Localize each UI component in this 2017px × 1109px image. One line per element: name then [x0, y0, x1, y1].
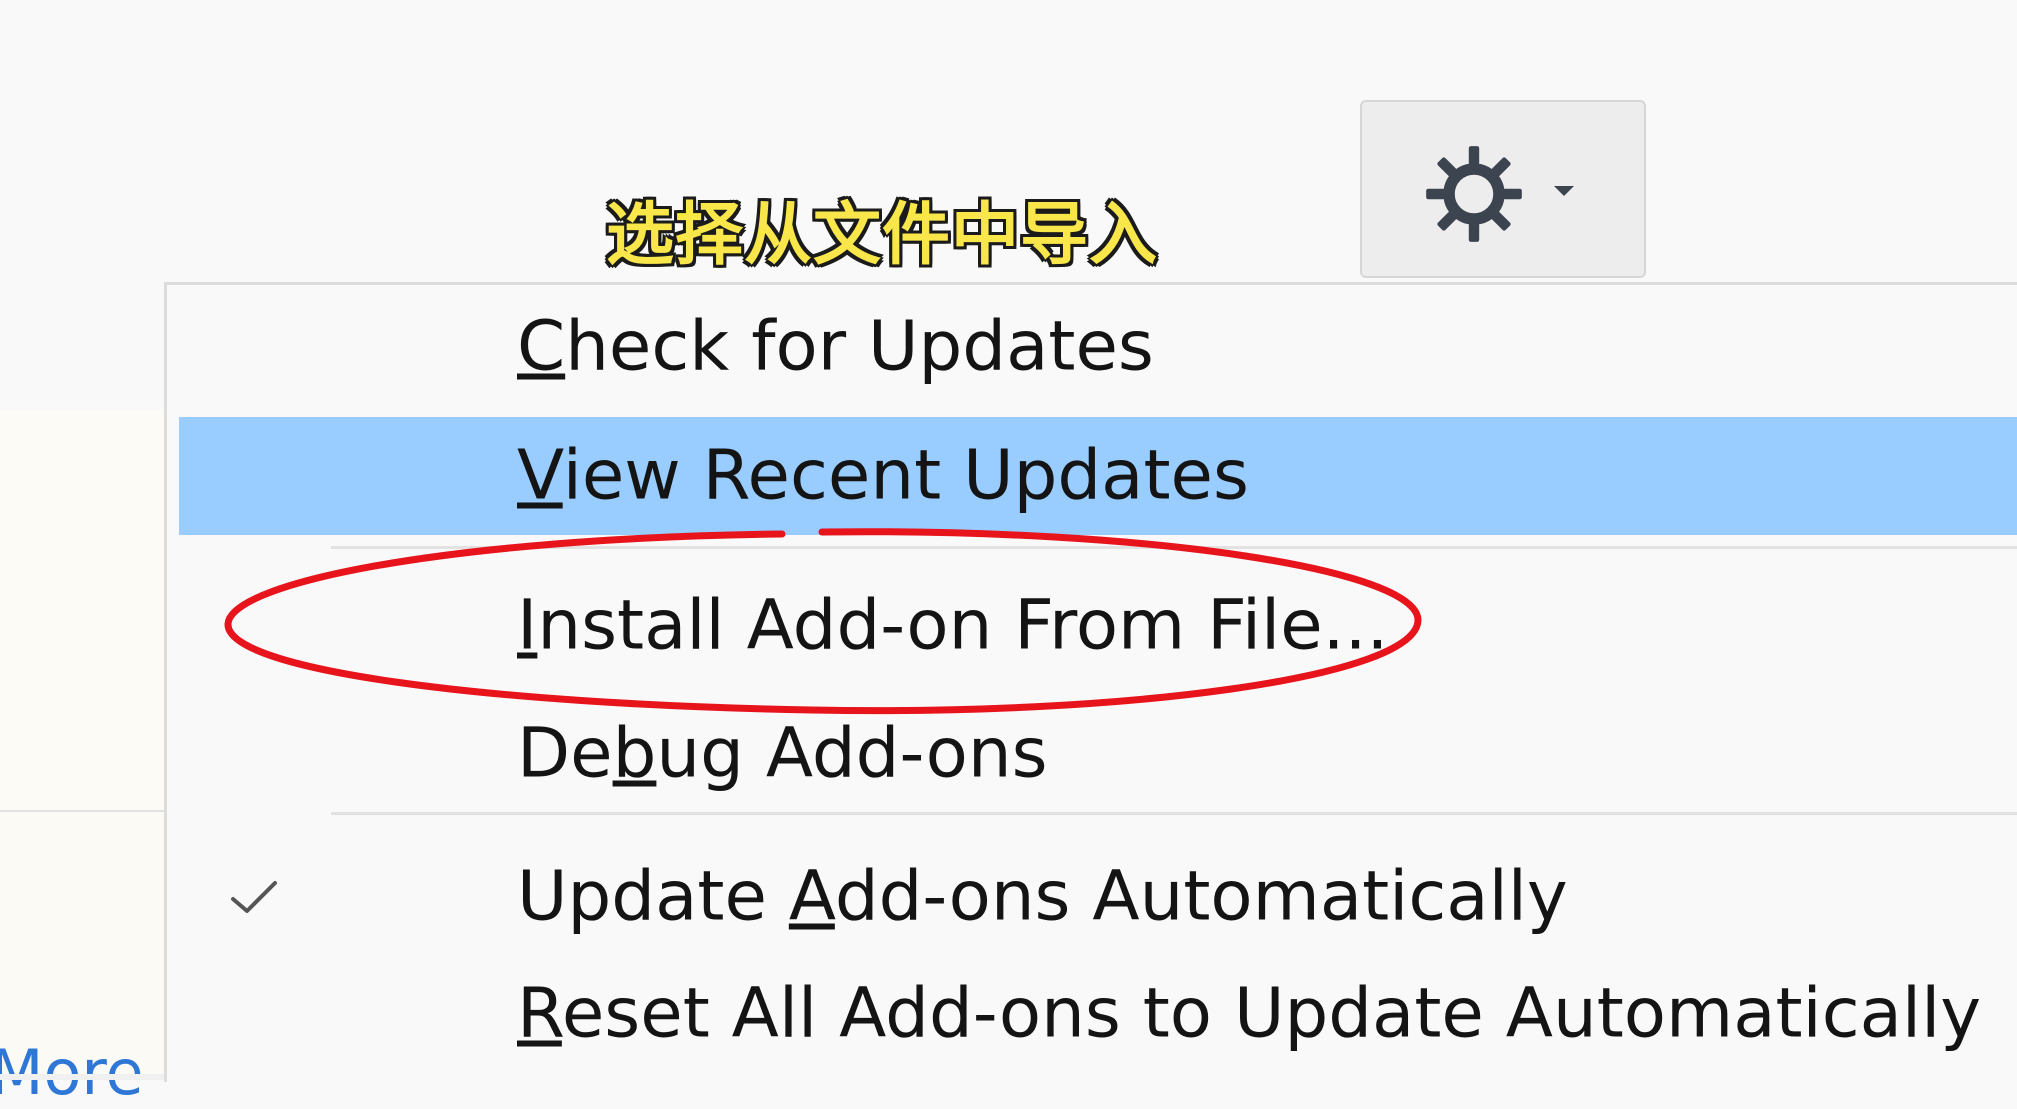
menu-item-reset-all-add-ons[interactable]: Reset All Add-ons to Update Automaticall…: [179, 955, 2017, 1073]
tools-gear-button[interactable]: [1360, 100, 1646, 278]
menu-item-label: Install Add-on From File...: [517, 585, 1389, 666]
menu-item-label: View Recent Updates: [517, 435, 1249, 516]
menu-item-label: Check for Updates: [517, 306, 1154, 387]
caret-down-icon: [1554, 186, 1574, 196]
caption-overlay: 选择从文件中导入: [606, 196, 1159, 275]
menu-item-debug-add-ons[interactable]: Debug Add-ons: [179, 695, 2017, 813]
menu-item-check-for-updates[interactable]: Check for Updates: [179, 288, 2017, 406]
checkmark-icon: [231, 881, 277, 913]
menu-item-label: Debug Add-ons: [517, 713, 1048, 794]
menu-item-view-recent-updates[interactable]: View Recent Updates: [179, 417, 2017, 535]
menu-separator: [331, 812, 2017, 815]
gear-icon: [1426, 146, 1522, 242]
background-more-link[interactable]: More: [0, 1042, 144, 1104]
menu-item-install-add-on-from-file[interactable]: Install Add-on From File...: [179, 567, 2017, 685]
menu-item-label: Update Add-ons Automatically: [517, 856, 1568, 937]
menu-item-label: Reset All Add-ons to Update Automaticall…: [517, 973, 1982, 1054]
background-divider: [0, 810, 170, 812]
background-panel: [0, 410, 170, 810]
tools-dropdown-menu: Check for Updates View Recent Updates In…: [164, 282, 2017, 1082]
menu-item-update-add-ons-automatically[interactable]: Update Add-ons Automatically: [179, 838, 2017, 956]
menu-separator: [331, 546, 2017, 549]
